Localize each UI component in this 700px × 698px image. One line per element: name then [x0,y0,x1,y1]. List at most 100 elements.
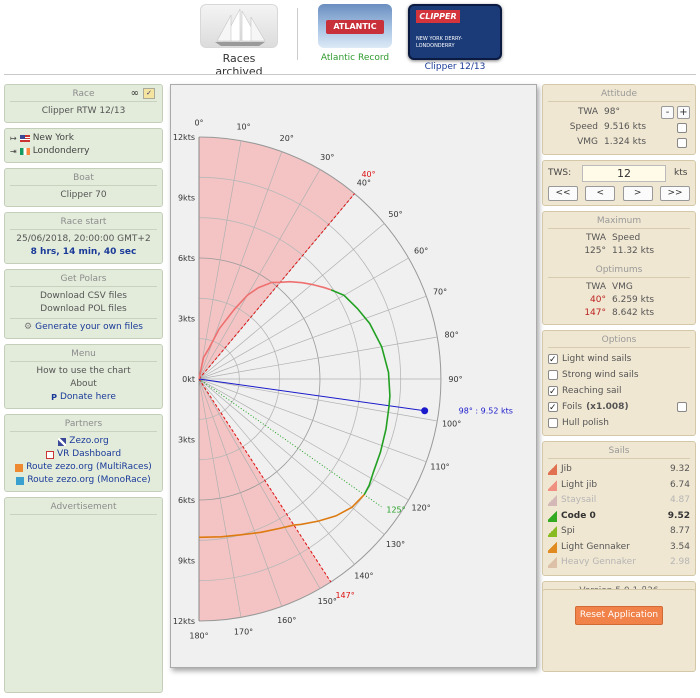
option-row[interactable]: Foils (x1.008) [548,399,690,416]
how-to-link[interactable]: How to use the chart [10,365,157,378]
partner-vr-dashboard-label[interactable]: VR Dashboard [57,448,121,461]
optimums-table: TWA VMG 40° 6.259 kts 147° 8.642 kts [548,281,690,320]
partner-zezo-label[interactable]: Zezo.org [69,435,108,448]
speed-label: Speed [569,122,598,132]
angle-label: 40° [357,178,371,187]
about-link[interactable]: About [10,378,157,391]
sail-name[interactable]: Spi [557,524,664,540]
partner-route-multi[interactable]: Route zezo.org (MultiRaces) [10,461,157,474]
sail-name[interactable]: Heavy Gennaker [557,555,664,571]
clipper-race-label[interactable]: Clipper 12/13 [407,62,503,72]
tws-input[interactable] [582,164,666,182]
atlantic-record-image[interactable]: ATLANTIC [318,4,392,48]
tws-next-button[interactable]: > [622,186,653,201]
sailing-ship-image[interactable] [200,4,278,48]
clipper-race-tile[interactable]: CLIPPER NEW YORK DERRY-LONDONDERRY Clipp… [407,4,503,72]
option-checkbox[interactable] [548,370,558,380]
races-archived-tile[interactable]: Races archived [199,4,279,78]
speed-checkbox[interactable] [677,122,687,133]
tws-prev-button[interactable]: < [585,186,616,201]
generate-files-link[interactable]: ⚙ Generate your own files [10,321,157,334]
partner-route-mono-label[interactable]: Route zezo.org (MonoRace) [27,474,150,487]
download-pol-link[interactable]: Download POL files [10,303,157,319]
donate-link[interactable]: P Donate here [10,391,157,404]
chart-icon[interactable]: ✓ [143,88,155,99]
sail-speed: 8.77 [669,526,690,536]
angle-label: 140° [354,572,373,581]
option-row[interactable]: Strong wind sails [548,367,690,383]
option-checkbox[interactable] [548,384,558,400]
vr-dashboard-icon [45,450,54,459]
option-label[interactable]: Strong wind sails [562,367,690,383]
polar-curve-series [330,289,391,496]
option-row[interactable]: Hull polish [548,415,690,431]
vmg-value: 1.324 kts [604,137,647,147]
race-start-title: Race start [10,216,157,230]
sail-row[interactable]: Light Gennaker 3.54 [548,540,690,556]
partner-zezo[interactable]: Zezo.org [10,435,157,448]
sail-row[interactable]: Code 0 9.52 [548,509,690,525]
sail-name[interactable]: Staysail [557,493,664,509]
partner-route-mono[interactable]: Route zezo.org (MonoRace) [10,474,157,487]
angle-label: 0° [194,118,203,127]
reset-application-button[interactable]: Reset Application [575,606,663,625]
angle-label: 110° [430,463,449,472]
route-from-label: New York [32,133,74,143]
optimum-downwind-vmg: 8.642 kts [612,308,655,318]
optimum-downwind-twa: 147° [584,308,606,318]
option-label[interactable]: Light wind sails [562,351,690,367]
donate-label[interactable]: Donate here [60,391,116,404]
option-label[interactable]: Foils [562,399,582,415]
options-list: Light wind sailsStrong wind sailsReachin… [548,351,690,431]
sail-row[interactable]: Light jib 6.74 [548,478,690,494]
vmg-checkbox[interactable] [677,137,687,148]
angle-label: 150° [318,597,337,606]
sail-name[interactable]: Jib [557,462,664,478]
download-csv-link[interactable]: Download CSV files [10,290,157,303]
twa-increase-button[interactable]: + [677,106,690,119]
sail-name[interactable]: Code 0 [557,509,664,525]
maximum-twa-header: TWA [585,233,606,243]
top-bar: Races archived ATLANTIC Atlantic Record … [0,0,700,78]
get-polars-panel: Get Polars Download CSV files Download P… [4,269,163,339]
upwind-no-go-sector [199,137,355,379]
link-icon[interactable]: ∞ [131,87,139,100]
foils-extra-checkbox[interactable] [677,402,687,412]
atlantic-record-tile[interactable]: ATLANTIC Atlantic Record [317,4,393,63]
maximum-optimums-panel: Maximum TWA Speed 125° 11.32 kts Optimum… [542,211,696,325]
maximum-table: TWA Speed 125° 11.32 kts [548,232,690,258]
tws-first-button[interactable]: << [548,186,578,201]
sail-row[interactable]: Jib 9.32 [548,462,690,478]
twa-value: 98° [604,107,620,117]
option-row[interactable]: Light wind sails [548,351,690,368]
atlantic-record-label[interactable]: Atlantic Record [317,53,393,63]
left-sidebar: Race ∞ ✓ Clipper RTW 12/13 ↦ New York ⇥ … [4,84,163,698]
partner-route-multi-label[interactable]: Route zezo.org (MultiRaces) [26,461,152,474]
clipper-race-image[interactable]: CLIPPER NEW YORK DERRY-LONDONDERRY [408,4,502,60]
twa-decrease-button[interactable]: - [661,106,674,119]
maximum-speed: 11.32 kts [612,246,655,256]
option-checkbox[interactable] [548,418,558,428]
race-start-datetime: 25/06/2018, 20:00:00 GMT+2 [16,234,151,244]
sail-speed: 4.87 [669,495,690,505]
sail-row[interactable]: Heavy Gennaker 2.98 [548,555,690,571]
speed-tick-label: 3kts [178,436,195,445]
sail-name[interactable]: Light jib [557,478,664,494]
race-name: Clipper RTW 12/13 [41,106,126,116]
tws-last-button[interactable]: >> [659,186,690,201]
speed-tick-label: 9kts [178,557,195,566]
sail-row[interactable]: Staysail 4.87 [548,493,690,509]
option-label[interactable]: Reaching sail [562,383,690,399]
generate-files-label[interactable]: Generate your own files [35,321,143,334]
option-checkbox[interactable] [548,400,558,416]
sail-name[interactable]: Light Gennaker [557,540,664,556]
option-checkbox[interactable] [548,352,558,368]
option-row[interactable]: Reaching sail [548,383,690,400]
sail-row[interactable]: Spi 8.77 [548,524,690,540]
upwind-vmg-label: 40° [361,170,375,179]
option-label[interactable]: Hull polish [562,415,690,431]
partner-vr-dashboard[interactable]: VR Dashboard [10,448,157,461]
polar-chart[interactable]: 12kts 9kts 6kts 3kts 0kt 3kts 6kts 9kts 12kts 0° 1… [171,85,538,669]
partners-title: Partners [10,418,157,432]
sail-icon [548,464,557,476]
